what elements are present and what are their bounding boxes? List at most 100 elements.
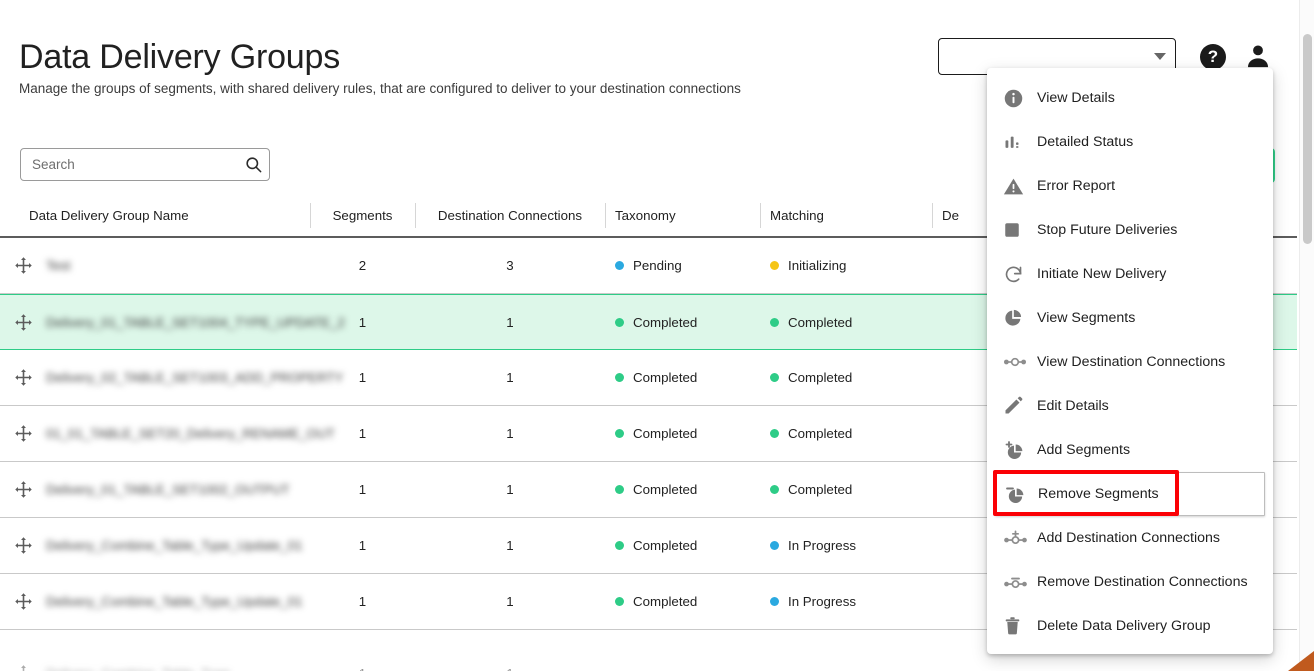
menu-item-add-destination-connections[interactable]: Add Destination Connections	[987, 516, 1273, 560]
status-label: Completed	[788, 314, 853, 330]
status-label: Completed	[633, 594, 698, 609]
search-box[interactable]	[20, 148, 270, 181]
menu-item-label: Initiate New Delivery	[1037, 266, 1167, 282]
status-dot	[770, 485, 779, 494]
table-cell-destinations: 1	[506, 594, 514, 609]
table-cell-segments: 1	[358, 538, 367, 553]
table-cell-name: Delivery_Combine_Table_Type	[0, 645, 310, 671]
status-dot	[615, 541, 624, 550]
menu-item-error-report[interactable]: Error Report	[987, 164, 1273, 208]
account-selector-value	[951, 49, 1145, 64]
move-arrows-icon[interactable]	[0, 480, 46, 499]
column-header-destinations[interactable]: Destination Connections	[415, 194, 605, 237]
data-delivery-groups-page: Data Delivery Groups Manage the groups o…	[0, 0, 1314, 671]
menu-item-view-segments[interactable]: View Segments	[987, 296, 1273, 340]
move-arrows-icon[interactable]	[0, 313, 46, 332]
table-cell-matching: In Progress	[760, 518, 932, 573]
chevron-down-icon[interactable]	[1145, 53, 1175, 60]
table-cell-matching: In Progress	[760, 574, 932, 629]
status-dot	[770, 261, 779, 270]
table-cell-name[interactable]: 01_01_TABLE_SET20_Delivery_RENAME_OUT	[0, 406, 335, 461]
menu-item-add-segments[interactable]: Add Segments	[987, 428, 1273, 472]
help-icon[interactable]: ?	[1200, 44, 1226, 70]
table-cell-name-text: Delivery_Combine_Table_Type	[46, 666, 230, 671]
menu-item-edit-details[interactable]: Edit Details	[987, 384, 1273, 428]
menu-item-detailed-status[interactable]: Detailed Status	[987, 120, 1273, 164]
status-dot	[615, 597, 624, 606]
status-dot	[615, 429, 624, 438]
menu-item-label: Stop Future Deliveries	[1037, 222, 1178, 238]
move-arrows-icon	[0, 664, 46, 671]
column-header-matching[interactable]: Matching	[760, 194, 932, 237]
status-dot	[770, 373, 779, 382]
column-header-taxonomy[interactable]: Taxonomy	[605, 194, 760, 237]
table-cell-taxonomy: Pending	[605, 238, 760, 293]
menu-item-delete-data-delivery-group[interactable]: Delete Data Delivery Group	[987, 604, 1273, 648]
table-cell-taxonomy: Completed	[605, 574, 760, 629]
page-title: Data Delivery Groups	[19, 38, 341, 76]
status-dot	[615, 485, 624, 494]
menu-item-label: Detailed Status	[1037, 134, 1134, 150]
move-arrows-icon[interactable]	[0, 424, 46, 443]
menu-item-remove-segments[interactable]: Remove Segments	[995, 472, 1265, 516]
pie-chart-icon	[1003, 306, 1037, 330]
menu-item-remove-destination-connections[interactable]: Remove Destination Connections	[987, 560, 1273, 604]
status-label: Completed	[788, 482, 853, 497]
table-cell-name-text: 01_01_TABLE_SET20_Delivery_RENAME_OUT	[46, 426, 335, 441]
table-cell-name-text: Test	[46, 258, 71, 273]
connection-plus-icon	[1003, 526, 1037, 550]
table-cell-matching: Completed	[760, 406, 932, 461]
move-arrows-icon[interactable]	[0, 256, 46, 275]
user-avatar-icon[interactable]	[1244, 42, 1272, 70]
menu-item-view-details[interactable]: View Details	[987, 76, 1273, 120]
table-cell-name[interactable]: Test	[0, 238, 310, 293]
table-cell-matching: Completed	[760, 462, 932, 517]
vertical-scrollbar-thumb[interactable]	[1303, 34, 1312, 244]
status-label: Completed	[633, 482, 698, 497]
menu-item-label: Remove Destination Connections	[1037, 574, 1248, 590]
menu-item-initiate-new-delivery[interactable]: Initiate New Delivery	[987, 252, 1273, 296]
search-icon[interactable]	[237, 155, 269, 174]
status-label: Pending	[633, 258, 682, 273]
row-actions-context-menu[interactable]: View Details Detailed Status Error Report S…	[987, 68, 1273, 654]
table-cell-segments: 1	[358, 594, 367, 609]
table-cell-destinations: 1	[506, 370, 514, 385]
table-cell-destinations: 1	[415, 645, 605, 671]
table-cell-name[interactable]: Delivery_Combine_Table_Type_Update_01	[0, 518, 310, 573]
table-cell-name[interactable]: Delivery_01_TABLE_SET1002_OUTPUT	[0, 462, 310, 517]
menu-item-label: Add Segments	[1037, 442, 1131, 458]
table-cell-destinations: 1	[506, 538, 514, 553]
table-cell-name[interactable]: Delivery_02_TABLE_SET1003_ADD_PROPERTY	[0, 350, 343, 405]
menu-item-stop-future-deliveries[interactable]: Stop Future Deliveries	[987, 208, 1273, 252]
menu-item-label: Edit Details	[1037, 398, 1109, 414]
table-cell-matching: Completed	[760, 350, 932, 405]
table-cell-destinations: 1	[506, 482, 514, 497]
search-input[interactable]	[32, 157, 237, 172]
column-header-name[interactable]: Data Delivery Group Name	[0, 194, 310, 237]
connection-minus-icon	[1003, 570, 1037, 594]
page-subtitle: Manage the groups of segments, with shar…	[19, 81, 741, 96]
connection-nodes-icon	[1003, 350, 1037, 374]
status-dot	[770, 541, 779, 550]
table-cell-name[interactable]: Delivery_Combine_Table_Type_Update_01	[0, 574, 310, 629]
pie-chart-minus-icon	[1004, 482, 1038, 506]
table-cell-name-text: Delivery_01_TABLE_SET1002_OUTPUT	[46, 482, 290, 497]
status-dot	[615, 317, 624, 327]
move-arrows-icon[interactable]	[0, 592, 46, 611]
status-dot	[615, 373, 624, 382]
menu-item-label: View Segments	[1037, 310, 1136, 326]
table-cell-destinations: 1	[506, 426, 514, 441]
table-cell-name[interactable]: Delivery_01_TABLE_SET1004_TYPE_UPDATE_2	[0, 295, 345, 349]
column-header-segments[interactable]: Segments	[310, 194, 415, 237]
status-dot	[770, 597, 779, 606]
table-cell-segments: 2	[358, 258, 367, 273]
menu-item-view-destination-connections[interactable]: View Destination Connections	[987, 340, 1273, 384]
move-arrows-icon[interactable]	[0, 536, 46, 555]
table-cell-name-text: Delivery_02_TABLE_SET1003_ADD_PROPERTY	[46, 370, 344, 385]
table-cell-name-text: Delivery_01_TABLE_SET1004_TYPE_UPDATE_2	[46, 314, 345, 330]
menu-item-label: View Destination Connections	[1037, 354, 1226, 370]
vertical-scrollbar[interactable]	[1299, 0, 1314, 671]
table-cell-matching: Initializing	[760, 238, 932, 293]
move-arrows-icon[interactable]	[0, 368, 46, 387]
refresh-icon	[1003, 262, 1037, 286]
